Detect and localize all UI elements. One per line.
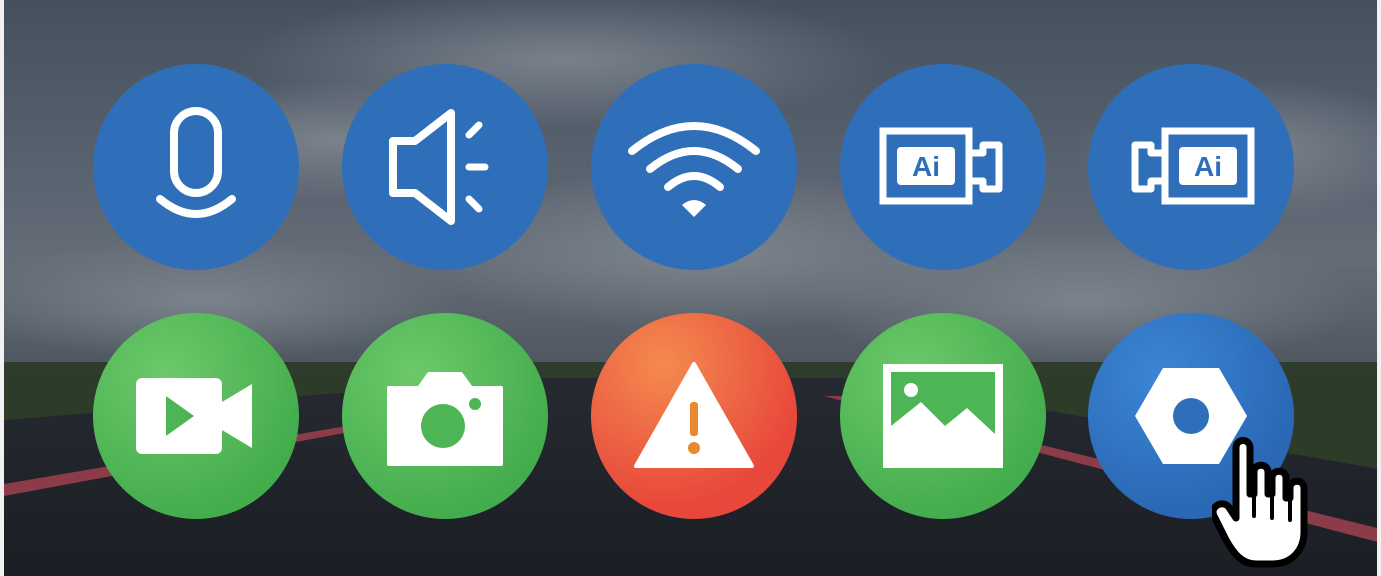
video-record-button[interactable] [93,313,299,519]
microphone-button[interactable] [93,64,299,270]
ai-camera-rear-icon: Ai [1131,127,1255,205]
dashcam-menu-screen: Ai Ai [0,0,1381,576]
microphone-icon [156,107,236,218]
speaker-button[interactable] [342,64,548,270]
gallery-button[interactable] [840,313,1046,519]
gallery-icon [883,364,1003,468]
speaker-icon [389,109,489,225]
wifi-icon [628,122,760,217]
pointer-hand-icon [1212,437,1308,568]
wifi-button[interactable] [591,64,797,270]
video-record-icon [136,378,252,454]
camera-button[interactable] [342,313,548,519]
ai-front-camera-button[interactable]: Ai [840,64,1046,270]
ai-rear-label: Ai [1194,151,1222,182]
camera-icon [387,372,503,466]
warning-button[interactable] [591,313,797,519]
ai-rear-camera-button[interactable]: Ai [1088,64,1294,270]
warning-icon [634,362,754,468]
ai-camera-front-icon: Ai [879,127,1003,205]
menu-grid: Ai Ai [4,0,1377,576]
ai-front-label: Ai [912,151,940,182]
